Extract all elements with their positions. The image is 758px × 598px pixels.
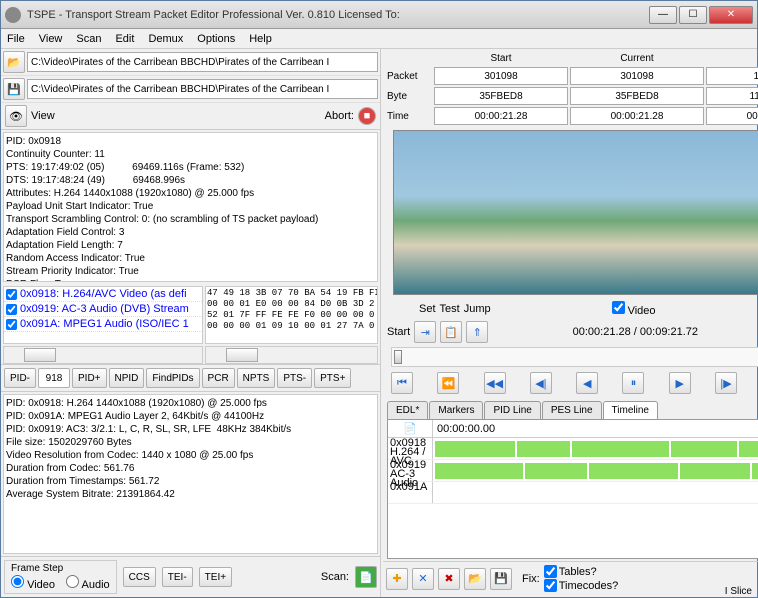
- position-slider[interactable]: [391, 347, 758, 367]
- pid-row[interactable]: 0x091A: MPEG1 Audio (ISO/IEC 1: [4, 317, 202, 332]
- pts-minus-button[interactable]: PTS-: [277, 368, 312, 388]
- add-button[interactable]: ✚: [386, 568, 408, 590]
- rewind-fast-button[interactable]: ⏪: [437, 372, 459, 394]
- save-icon[interactable]: 💾: [3, 78, 25, 100]
- framestep-group: Frame Step Video Audio: [4, 560, 117, 594]
- menu-scan[interactable]: Scan: [76, 33, 101, 45]
- start-label: Start: [387, 326, 410, 338]
- remove-button[interactable]: ✖: [438, 568, 460, 590]
- step-fwd-button[interactable]: |▶: [715, 372, 737, 394]
- fix-tables-checkbox[interactable]: Tables?: [544, 565, 619, 578]
- pid-checkbox[interactable]: [6, 304, 17, 315]
- pid-checkbox[interactable]: [6, 289, 17, 300]
- time-current-input[interactable]: [570, 107, 704, 125]
- scan-button[interactable]: 📄: [355, 566, 377, 588]
- jump-start-button[interactable]: ⇑: [466, 321, 488, 343]
- test-start-button[interactable]: 📋: [440, 321, 462, 343]
- menu-file[interactable]: File: [7, 33, 25, 45]
- tab-pesline[interactable]: PES Line: [542, 401, 602, 419]
- byte-current-input[interactable]: [570, 87, 704, 105]
- skip-start-button[interactable]: ⏮: [391, 372, 413, 394]
- byte-start-input[interactable]: [434, 87, 568, 105]
- framestep-audio-radio[interactable]: Audio: [66, 579, 110, 591]
- time-end-input[interactable]: [706, 107, 758, 125]
- ccs-button[interactable]: CCS: [123, 567, 156, 587]
- menu-edit[interactable]: Edit: [115, 33, 134, 45]
- col-current: Current: [570, 53, 704, 64]
- pause-button[interactable]: ⏸: [622, 372, 644, 394]
- pid-checkbox[interactable]: [6, 319, 17, 330]
- step-back-button[interactable]: ◀|: [530, 372, 552, 394]
- view-icon[interactable]: 👁: [5, 105, 27, 127]
- timecode-display: 00:00:21.28 / 00:09:21.72: [492, 326, 758, 338]
- menu-options[interactable]: Options: [197, 33, 235, 45]
- fix-timecodes-checkbox[interactable]: Timecodes?: [544, 579, 619, 592]
- tab-timeline[interactable]: Timeline: [603, 401, 658, 419]
- video-checkbox[interactable]: Video: [612, 305, 656, 317]
- menu-demux[interactable]: Demux: [148, 33, 183, 45]
- save-button[interactable]: 💾: [490, 568, 512, 590]
- timeline-panel: 📄 00:00:00.0000:09:21.72 0x0918H.264 / A…: [387, 420, 758, 559]
- menu-view[interactable]: View: [39, 33, 63, 45]
- menu-help[interactable]: Help: [249, 33, 272, 45]
- packet-current-input[interactable]: [570, 67, 704, 85]
- open-folder-icon[interactable]: 📂: [3, 51, 25, 73]
- view-label: View: [31, 110, 55, 122]
- packet-start-input[interactable]: [434, 67, 568, 85]
- tei-plus-button[interactable]: TEI+: [199, 567, 232, 587]
- pcr-button[interactable]: PCR: [202, 368, 235, 388]
- packet-info-panel[interactable]: PID: 0x0918 Continuity Counter: 11 PTS: …: [3, 132, 378, 282]
- hex-dump[interactable]: 47 49 18 3B 07 70 BA 54 19 FB FI 00 00 0…: [205, 286, 378, 344]
- timeline-track[interactable]: 0x0919AC-3 Audio: [388, 460, 758, 482]
- source-path-input[interactable]: [27, 52, 378, 72]
- video-preview[interactable]: [393, 130, 758, 295]
- status-text: I Slice: [725, 586, 752, 597]
- framestep-video-radio[interactable]: Video: [11, 579, 55, 591]
- delete-button[interactable]: ✕: [412, 568, 434, 590]
- rewind-button[interactable]: ◀◀: [484, 372, 506, 394]
- open-button[interactable]: 📂: [464, 568, 486, 590]
- abort-label: Abort:: [325, 110, 354, 122]
- tab-pidline[interactable]: PID Line: [484, 401, 540, 419]
- pid-row[interactable]: 0x0918: H.264/AVC Video (as defi: [4, 287, 202, 302]
- fix-label: Fix:: [522, 573, 540, 585]
- col-end: End: [706, 53, 758, 64]
- npts-button[interactable]: NPTS: [237, 368, 276, 388]
- tab-markers[interactable]: Markers: [429, 401, 483, 419]
- close-button[interactable]: ✕: [709, 6, 753, 24]
- set-start-button[interactable]: ⇥: [414, 321, 436, 343]
- frame-back-button[interactable]: ◀: [576, 372, 598, 394]
- pid-minus-button[interactable]: PID-: [4, 368, 36, 388]
- minimize-button[interactable]: —: [649, 6, 677, 24]
- pid-value-input[interactable]: [38, 368, 70, 388]
- menubar: File View Scan Edit Demux Options Help: [1, 29, 757, 49]
- window-title: TSPE - Transport Stream Packet Editor Pr…: [27, 9, 649, 21]
- pid-scrollbar[interactable]: [3, 346, 203, 364]
- packet-end-input[interactable]: [706, 67, 758, 85]
- timeline-track[interactable]: 0x091A: [388, 482, 758, 504]
- findpids-button[interactable]: FindPIDs: [146, 368, 199, 388]
- app-icon: [5, 7, 21, 23]
- hex-scrollbar[interactable]: [205, 346, 378, 364]
- npid-button[interactable]: NPID: [109, 368, 145, 388]
- tab-edl[interactable]: EDL*: [387, 401, 428, 419]
- pid-row[interactable]: 0x0919: AC-3 Audio (DVB) Stream: [4, 302, 202, 317]
- byte-end-input[interactable]: [706, 87, 758, 105]
- timeline-track[interactable]: 0x0918H.264 / AVC: [388, 438, 758, 460]
- pid-checklist[interactable]: 0x0918: H.264/AVC Video (as defi 0x0919:…: [3, 286, 203, 344]
- file-info-panel[interactable]: PID: 0x0918: H.264 1440x1088 (1920x1080)…: [3, 394, 378, 554]
- pid-plus-button[interactable]: PID+: [72, 368, 107, 388]
- refresh-icon[interactable]: 📄: [388, 420, 433, 437]
- frame-fwd-button[interactable]: ▶: [669, 372, 691, 394]
- maximize-button[interactable]: ☐: [679, 6, 707, 24]
- scan-label: Scan:: [321, 571, 349, 583]
- dest-path-input[interactable]: [27, 79, 378, 99]
- abort-button[interactable]: ■: [358, 107, 376, 125]
- time-start-input[interactable]: [434, 107, 568, 125]
- col-start: Start: [434, 53, 568, 64]
- tei-minus-button[interactable]: TEI-: [162, 567, 193, 587]
- pts-plus-button[interactable]: PTS+: [314, 368, 351, 388]
